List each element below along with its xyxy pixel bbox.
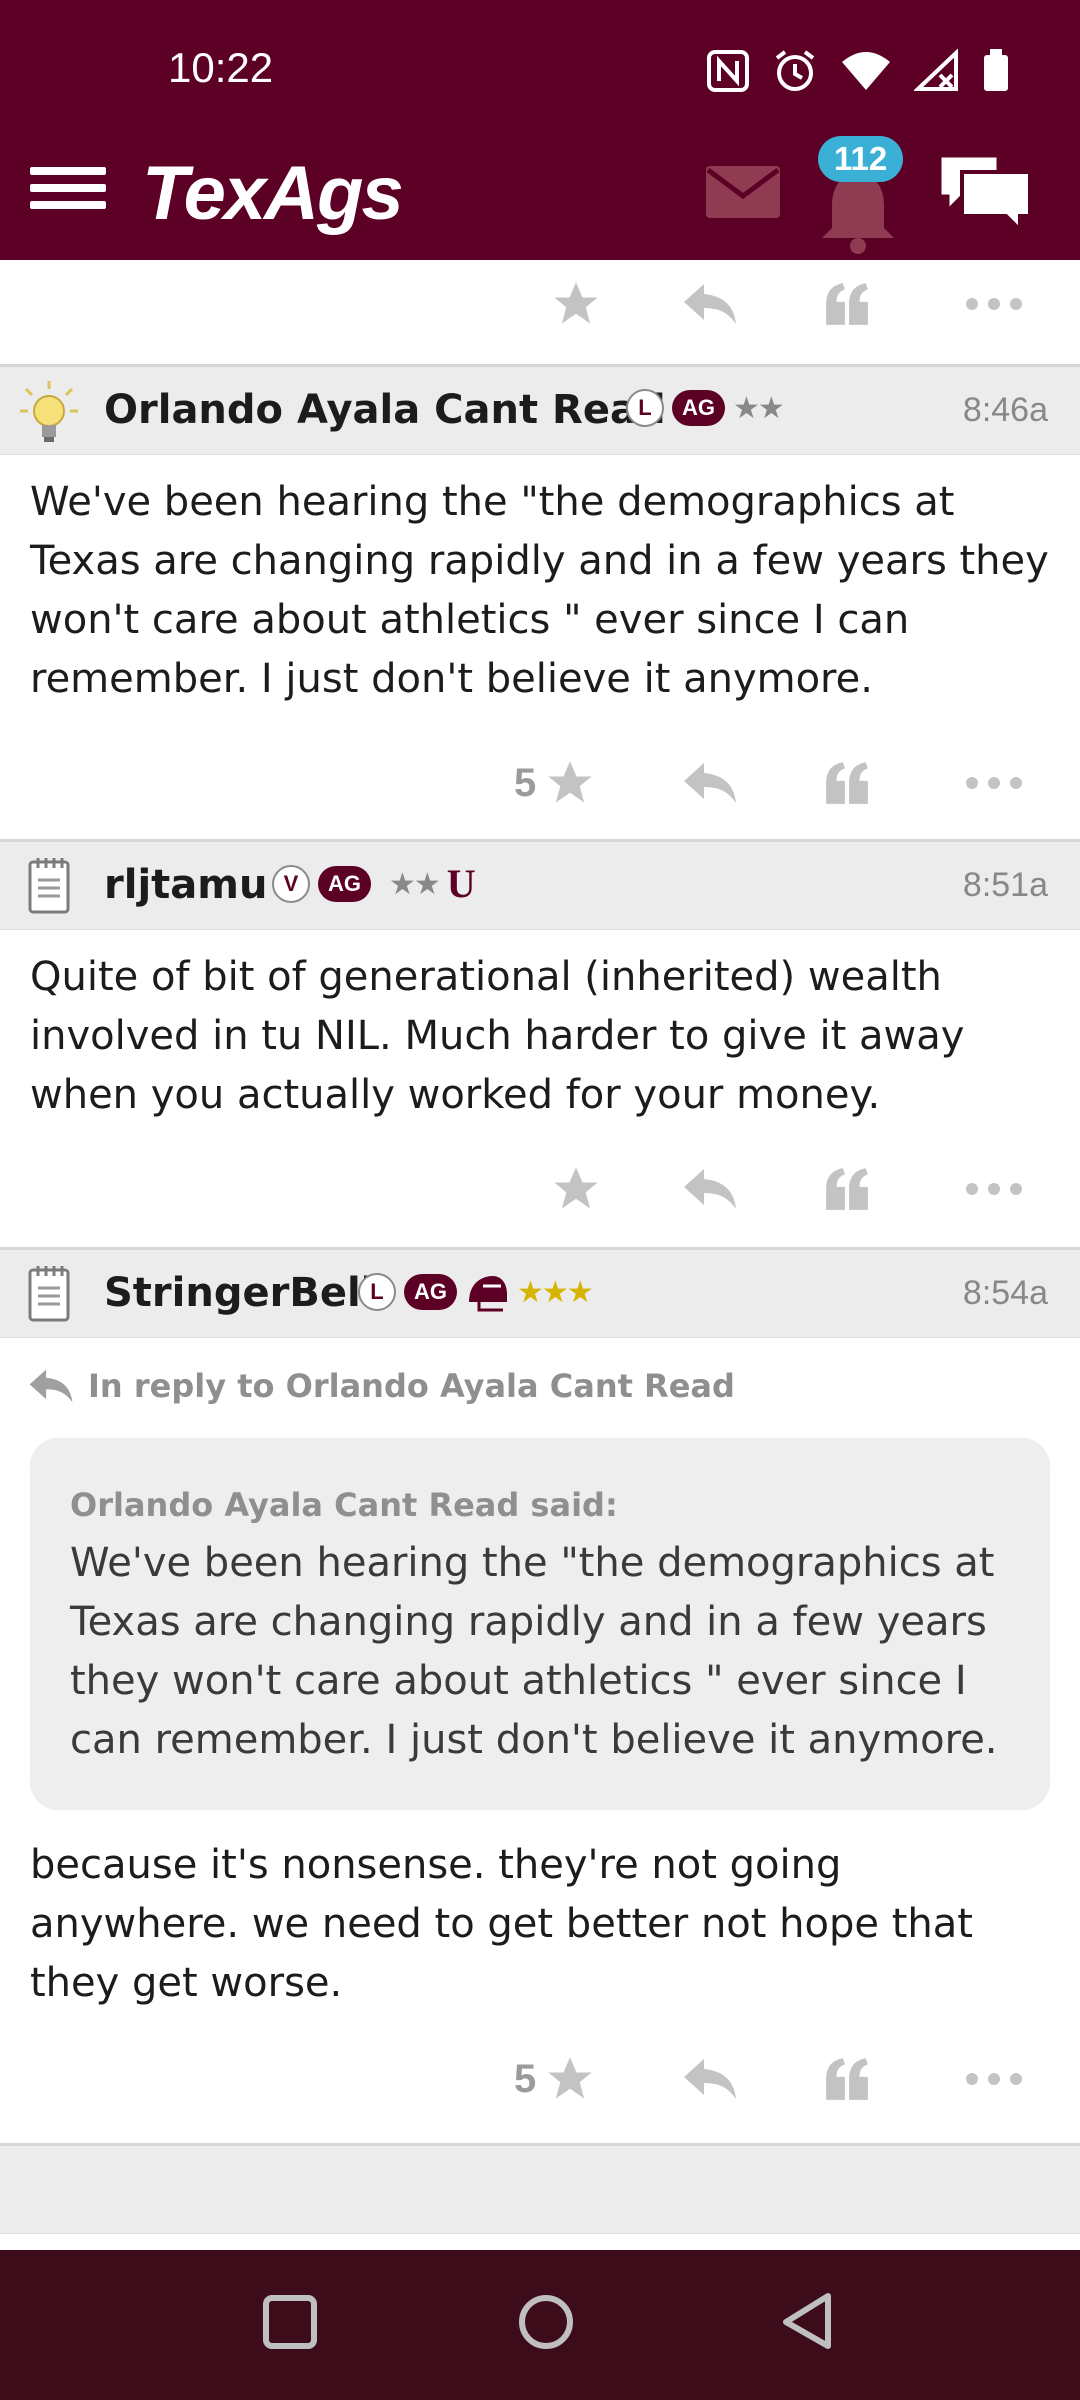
status-time: 10:22 xyxy=(168,44,274,91)
membership-badge: L xyxy=(626,389,664,427)
status-icons xyxy=(706,48,1010,94)
u-badge: U xyxy=(446,861,476,906)
post-username[interactable]: rljtamu xyxy=(104,862,267,908)
rating-stars: ★★★ xyxy=(517,1274,594,1310)
reply-button[interactable] xyxy=(682,2049,738,2109)
post-header: Orlando Ayala Cant Read L AG ★★ 8:46a xyxy=(0,367,1080,455)
reply-button[interactable] xyxy=(682,753,738,813)
post-time: 8:54a xyxy=(962,1274,1048,1312)
post-time: 8:46a xyxy=(962,391,1048,429)
more-icon xyxy=(966,2073,1022,2085)
post-time: 8:51a xyxy=(962,866,1048,904)
app-bar: TexAgs 112 xyxy=(0,136,1080,260)
ag-badge: AG xyxy=(318,866,371,902)
wifi-icon xyxy=(842,52,890,90)
star-count: 5 xyxy=(514,2056,537,2101)
more-icon xyxy=(966,298,1022,310)
post-username[interactable]: StringerBell xyxy=(104,1270,374,1316)
ag-badge: AG xyxy=(672,390,725,426)
lightbulb-icon xyxy=(20,381,78,442)
quote-text: We've been hearing the "the demographics… xyxy=(70,1540,998,1763)
membership-badge: L xyxy=(358,1273,396,1311)
hamburger-menu-icon[interactable] xyxy=(30,158,106,228)
reply-icon xyxy=(29,1369,73,1403)
mail-icon[interactable] xyxy=(706,164,780,220)
rating-stars: ★★ xyxy=(733,390,785,426)
post-header xyxy=(0,2146,1080,2234)
texags-logo[interactable]: TexAgs xyxy=(142,150,404,237)
more-options-button[interactable] xyxy=(964,274,1024,334)
star-button[interactable]: 5 xyxy=(514,2049,596,2109)
reply-button[interactable] xyxy=(682,1159,738,1219)
quote-icon xyxy=(826,762,868,804)
quote-icon xyxy=(826,1168,868,1210)
star-icon xyxy=(548,761,592,803)
back-icon[interactable] xyxy=(776,2290,836,2350)
user-badges: L AG ★★★ xyxy=(358,1272,594,1312)
star-icon xyxy=(548,2057,592,2099)
more-options-button[interactable] xyxy=(964,2049,1024,2109)
user-badges: V AG ★★ U xyxy=(272,864,476,904)
star-button[interactable] xyxy=(550,274,602,334)
post-body: We've been hearing the "the demographics… xyxy=(30,479,1049,702)
star-count: 5 xyxy=(514,760,537,805)
quote-button[interactable] xyxy=(822,274,872,334)
post-body: because it's nonsense. they're not going… xyxy=(30,1842,973,2006)
reply-icon xyxy=(684,1169,736,1209)
user-badges: L AG ★★ xyxy=(626,389,785,427)
post-username[interactable]: Orlando Ayala Cant Read xyxy=(104,387,666,433)
quote-button[interactable] xyxy=(822,1159,872,1219)
post-header: StringerBell L AG ★★★ 8:54a xyxy=(0,1250,1080,1338)
reply-icon xyxy=(684,763,736,803)
alarm-icon xyxy=(775,50,815,91)
status-bar: 10:22 xyxy=(0,0,1080,140)
ag-badge: AG xyxy=(404,1274,457,1310)
post-actions: 5 xyxy=(0,719,1080,839)
helmet-icon xyxy=(469,1276,507,1312)
more-options-button[interactable] xyxy=(964,1159,1024,1219)
post-actions xyxy=(0,260,1080,364)
star-button[interactable]: 5 xyxy=(514,753,596,813)
reply-to-text: In reply to Orlando Ayala Cant Read xyxy=(88,1367,735,1405)
signal-icon xyxy=(914,49,958,91)
more-icon xyxy=(966,777,1022,789)
notifications-button[interactable]: 112 xyxy=(810,136,920,254)
post: StringerBell L AG ★★★ 8:54a In reply to … xyxy=(0,1250,1080,2143)
post-actions xyxy=(0,1135,1080,1247)
reply-button[interactable] xyxy=(682,274,738,334)
more-icon xyxy=(966,1183,1022,1195)
notepad-icon xyxy=(28,858,70,914)
nfc-icon xyxy=(707,50,749,92)
quote-icon xyxy=(826,283,868,325)
more-options-button[interactable] xyxy=(964,753,1024,813)
home-icon[interactable] xyxy=(516,2290,576,2350)
system-nav-bar xyxy=(0,2250,1080,2400)
rating-stars: ★★ xyxy=(389,866,441,902)
post: rljtamu V AG ★★ U 8:51a Quite of bit of … xyxy=(0,842,1080,1247)
reply-icon xyxy=(684,2059,736,2099)
quote-icon xyxy=(826,2058,868,2100)
quote-button[interactable] xyxy=(822,2049,872,2109)
reply-icon xyxy=(684,284,736,324)
reply-to-link[interactable]: In reply to Orlando Ayala Cant Read xyxy=(0,1338,1080,1414)
star-icon xyxy=(554,282,598,324)
quote-author[interactable]: Orlando Ayala Cant Read said: xyxy=(70,1486,1010,1524)
membership-badge: V xyxy=(272,865,310,903)
post-body: Quite of bit of generational (inherited)… xyxy=(30,954,965,1118)
chat-icon[interactable] xyxy=(936,152,1034,234)
notepad-icon xyxy=(28,1266,70,1322)
post: Orlando Ayala Cant Read L AG ★★ 8:46a We… xyxy=(0,367,1080,839)
notification-count-badge: 112 xyxy=(818,136,904,182)
thread-content: Orlando Ayala Cant Read L AG ★★ 8:46a We… xyxy=(0,260,1080,2250)
recents-icon[interactable] xyxy=(262,2290,318,2350)
star-button[interactable] xyxy=(550,1159,602,1219)
quote-button[interactable] xyxy=(822,753,872,813)
post-header: rljtamu V AG ★★ U 8:51a xyxy=(0,842,1080,930)
star-icon xyxy=(554,1167,598,1209)
post-actions: 5 xyxy=(0,2023,1080,2143)
battery-icon xyxy=(984,49,1008,91)
quote-block: Orlando Ayala Cant Read said: We've been… xyxy=(30,1438,1050,1810)
